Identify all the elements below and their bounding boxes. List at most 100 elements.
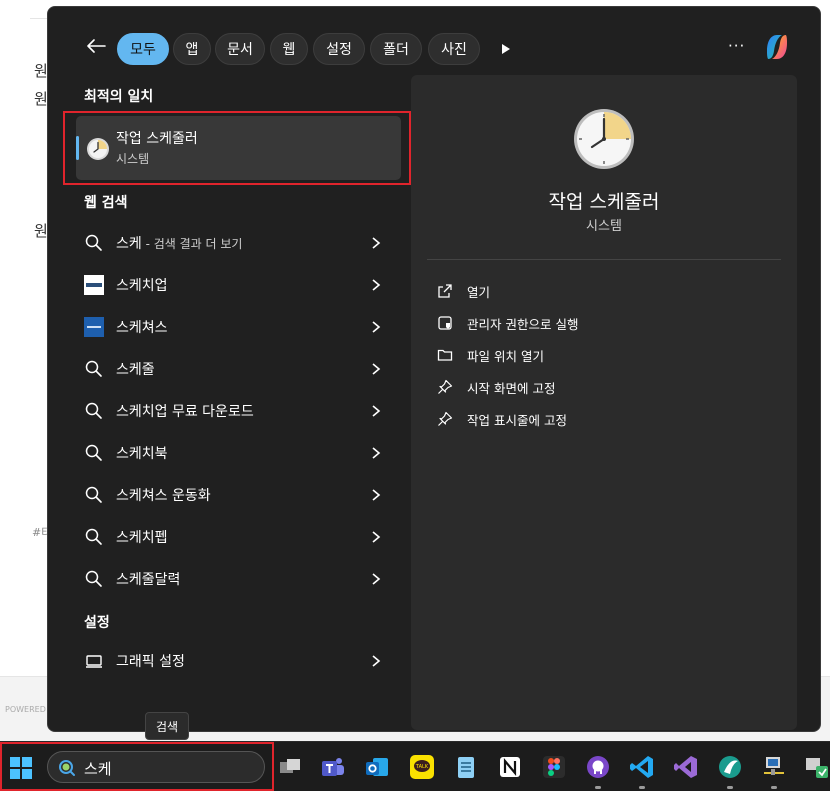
clock-icon	[574, 109, 634, 169]
web-result-item[interactable]: 스케치업 무료 다운로드	[76, 391, 401, 431]
folder-icon	[437, 349, 453, 361]
open-external-icon	[438, 284, 452, 298]
web-result-item[interactable]: 스케 - 검색 결과 더 보기	[76, 223, 401, 263]
action-label: 시작 화면에 고정	[467, 381, 556, 396]
web-result-item[interactable]: 스케치펩	[76, 517, 401, 557]
notion-icon[interactable]	[497, 754, 523, 780]
preview-subtitle: 시스템	[586, 219, 622, 234]
highlight-box	[0, 742, 274, 791]
search-tooltip: 검색	[145, 712, 189, 740]
settings-heading: 설정	[84, 615, 110, 631]
search-icon	[85, 402, 102, 419]
powered-text: POWERED	[5, 705, 46, 714]
filter-chip-all[interactable]: 모두	[117, 33, 169, 65]
web-result-item[interactable]: 스케쳐스	[76, 307, 401, 347]
display-icon	[86, 655, 102, 668]
filter-chip-settings[interactable]: 설정	[313, 33, 365, 65]
outlook-icon[interactable]	[364, 754, 390, 780]
web-result-item[interactable]: 스케치업	[76, 265, 401, 305]
web-result-label: 스케줄	[116, 362, 155, 378]
preview-divider	[427, 259, 781, 260]
taskbar: 스케 TALK	[0, 741, 830, 791]
settings-result-item[interactable]: 그래픽 설정	[76, 641, 401, 681]
running-indicator	[771, 786, 777, 789]
background-text: 원	[34, 90, 48, 108]
action-label: 파일 위치 열기	[467, 349, 544, 364]
chevron-right-icon	[372, 237, 381, 249]
play-icon[interactable]	[499, 39, 513, 59]
filter-chip-web[interactable]: 웹	[270, 33, 308, 65]
chevron-right-icon	[372, 405, 381, 417]
background-text: 원	[34, 62, 48, 80]
action-open[interactable]: 열기	[437, 280, 737, 302]
visual-studio-icon[interactable]	[673, 754, 699, 780]
action-open-file-location[interactable]: 파일 위치 열기	[437, 344, 737, 366]
running-indicator	[727, 786, 733, 789]
admin-shield-icon	[438, 316, 452, 330]
teams-icon[interactable]	[320, 754, 346, 780]
action-pin-taskbar[interactable]: 작업 표시줄에 고정	[437, 408, 737, 430]
skechers-icon	[84, 317, 104, 337]
github-icon[interactable]	[585, 754, 611, 780]
task-view-icon[interactable]	[277, 754, 303, 780]
preview-pane: 작업 스케줄러 시스템 열기 관리자 권한으로 실행 파일 위치 열기 시작 화…	[411, 75, 797, 730]
vscode-icon[interactable]	[629, 754, 655, 780]
search-icon	[85, 570, 102, 587]
search-icon	[85, 234, 102, 251]
highlight-box	[63, 111, 411, 185]
pin-icon	[438, 379, 453, 394]
copilot-icon[interactable]	[761, 31, 793, 63]
sketchup-icon	[84, 275, 104, 295]
web-result-label: 스케치업	[116, 278, 168, 294]
background-text: 원	[34, 222, 48, 240]
web-result-label: 스케줄달력	[116, 572, 181, 588]
running-indicator	[595, 786, 601, 789]
chevron-right-icon	[372, 321, 381, 333]
web-result-item[interactable]: 스케줄	[76, 349, 401, 389]
action-run-as-admin[interactable]: 관리자 권한으로 실행	[437, 312, 737, 334]
running-indicator	[639, 786, 645, 789]
figma-icon[interactable]	[541, 754, 567, 780]
web-result-label: 스케치업 무료 다운로드	[116, 404, 254, 420]
web-result-label: 스케치펩	[116, 530, 168, 546]
action-pin-start[interactable]: 시작 화면에 고정	[437, 376, 737, 398]
web-result-label: 스케쳐스	[116, 320, 168, 336]
action-label: 열기	[467, 285, 491, 300]
search-icon	[85, 528, 102, 545]
preview-title: 작업 스케줄러	[548, 191, 660, 213]
kakaotalk-icon[interactable]: TALK	[409, 754, 435, 780]
filter-chip-documents[interactable]: 문서	[215, 33, 265, 65]
web-result-item[interactable]: 스케줄달력	[76, 559, 401, 599]
web-result-label: 스케 - 검색 결과 더 보기	[116, 233, 242, 253]
settings-result-label: 그래픽 설정	[116, 654, 185, 670]
web-result-item[interactable]: 스케치북	[76, 433, 401, 473]
chevron-right-icon	[372, 279, 381, 291]
more-options-button[interactable]: ···	[728, 37, 745, 55]
network-icon[interactable]	[761, 754, 787, 780]
svg-text:TALK: TALK	[415, 764, 429, 770]
search-panel: 모두 앱 문서 웹 설정 폴더 사진 ··· 최적의 일치 작업 스케줄러 시스…	[47, 6, 821, 732]
best-match-heading: 최적의 일치	[84, 89, 154, 105]
web-result-label: 스케치북	[116, 446, 168, 462]
search-icon	[85, 360, 102, 377]
action-label: 작업 표시줄에 고정	[467, 413, 567, 428]
filter-chip-folders[interactable]: 폴더	[370, 33, 422, 65]
chevron-right-icon	[372, 447, 381, 459]
filter-chip-photos[interactable]: 사진	[428, 33, 480, 65]
pin-icon	[438, 411, 453, 426]
notepad-icon[interactable]	[453, 754, 479, 780]
search-icon	[85, 444, 102, 461]
back-arrow-icon[interactable]	[86, 39, 106, 53]
chevron-right-icon	[372, 489, 381, 501]
chevron-right-icon	[372, 363, 381, 375]
web-search-heading: 웹 검색	[84, 195, 128, 211]
web-result-suffix: - 검색 결과 더 보기	[141, 237, 243, 251]
app-icon[interactable]	[717, 754, 743, 780]
chevron-right-icon	[372, 531, 381, 543]
web-result-query: 스케	[116, 236, 142, 252]
action-label: 관리자 권한으로 실행	[467, 317, 579, 332]
search-icon	[85, 486, 102, 503]
filter-chip-apps[interactable]: 앱	[173, 33, 211, 65]
web-result-item[interactable]: 스케쳐스 운동화	[76, 475, 401, 515]
security-icon[interactable]	[804, 754, 830, 780]
